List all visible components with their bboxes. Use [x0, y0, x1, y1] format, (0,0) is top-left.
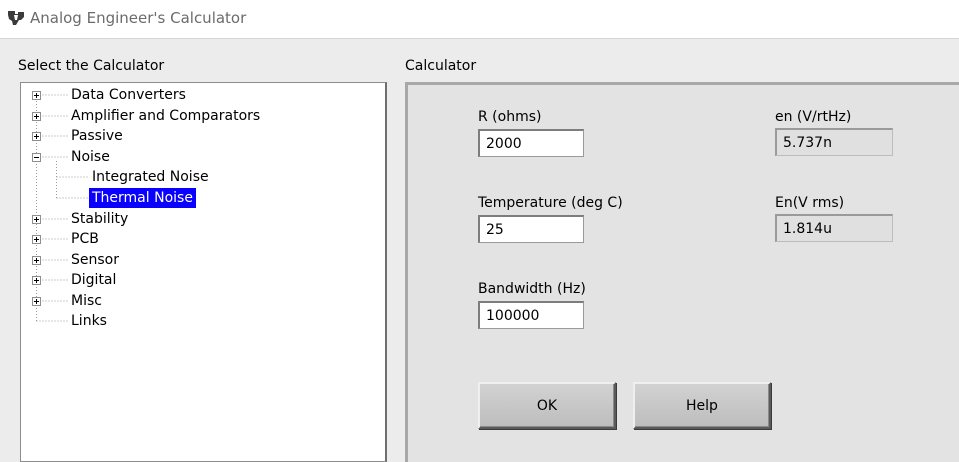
- expand-sensor-icon[interactable]: [32, 256, 41, 265]
- en-rms-output: 1.814u: [775, 214, 893, 242]
- tree-item-passive[interactable]: Passive: [68, 126, 126, 146]
- en-label: en (V/rtHz): [775, 109, 852, 125]
- en-output: 5.737n: [775, 128, 893, 156]
- tree-item-misc[interactable]: Misc: [68, 291, 105, 311]
- window-title: Analog Engineer's Calculator: [30, 9, 247, 27]
- expand-data-converters-icon[interactable]: [32, 91, 41, 100]
- tree-heading: Select the Calculator: [18, 58, 165, 74]
- expand-passive-icon[interactable]: [32, 132, 41, 141]
- r-ohms-label: R (ohms): [478, 109, 542, 125]
- expand-misc-icon[interactable]: [32, 297, 41, 306]
- tree-item-sensor[interactable]: Sensor: [68, 250, 122, 270]
- tree-item-noise[interactable]: Noise: [68, 147, 113, 167]
- tree-item-links[interactable]: Links: [68, 311, 110, 331]
- expand-amplifier-icon[interactable]: [32, 112, 41, 121]
- expand-pcb-icon[interactable]: [32, 235, 41, 244]
- ok-button[interactable]: OK: [478, 382, 616, 429]
- expand-digital-icon[interactable]: [32, 276, 41, 285]
- bandwidth-input[interactable]: [478, 301, 584, 329]
- tree-item-thermal-noise[interactable]: Thermal Noise: [89, 188, 196, 208]
- tree-item-stability[interactable]: Stability: [68, 209, 131, 229]
- temperature-input[interactable]: [478, 215, 584, 243]
- tree-item-data-converters[interactable]: Data Converters: [68, 85, 189, 105]
- tree-item-amplifier-comparators[interactable]: Amplifier and Comparators: [68, 106, 263, 126]
- ti-logo-icon: [6, 8, 26, 28]
- temperature-label: Temperature (deg C): [478, 195, 623, 211]
- calculator-tree[interactable]: Data Converters Amplifier and Comparator…: [20, 82, 387, 462]
- help-button[interactable]: Help: [633, 382, 771, 429]
- tree-item-pcb[interactable]: PCB: [68, 229, 102, 249]
- tree-item-integrated-noise[interactable]: Integrated Noise: [89, 167, 212, 187]
- calculator-panel: R (ohms) Temperature (deg C) Bandwidth (…: [405, 82, 959, 462]
- title-bar: Analog Engineer's Calculator: [0, 0, 959, 39]
- bandwidth-label: Bandwidth (Hz): [478, 281, 586, 297]
- expand-stability-icon[interactable]: [32, 215, 41, 224]
- en-rms-label: En(V rms): [775, 195, 845, 211]
- tree-item-digital[interactable]: Digital: [68, 270, 119, 290]
- collapse-noise-icon[interactable]: [32, 153, 41, 162]
- calculator-heading: Calculator: [405, 58, 477, 74]
- r-ohms-input[interactable]: [478, 129, 584, 157]
